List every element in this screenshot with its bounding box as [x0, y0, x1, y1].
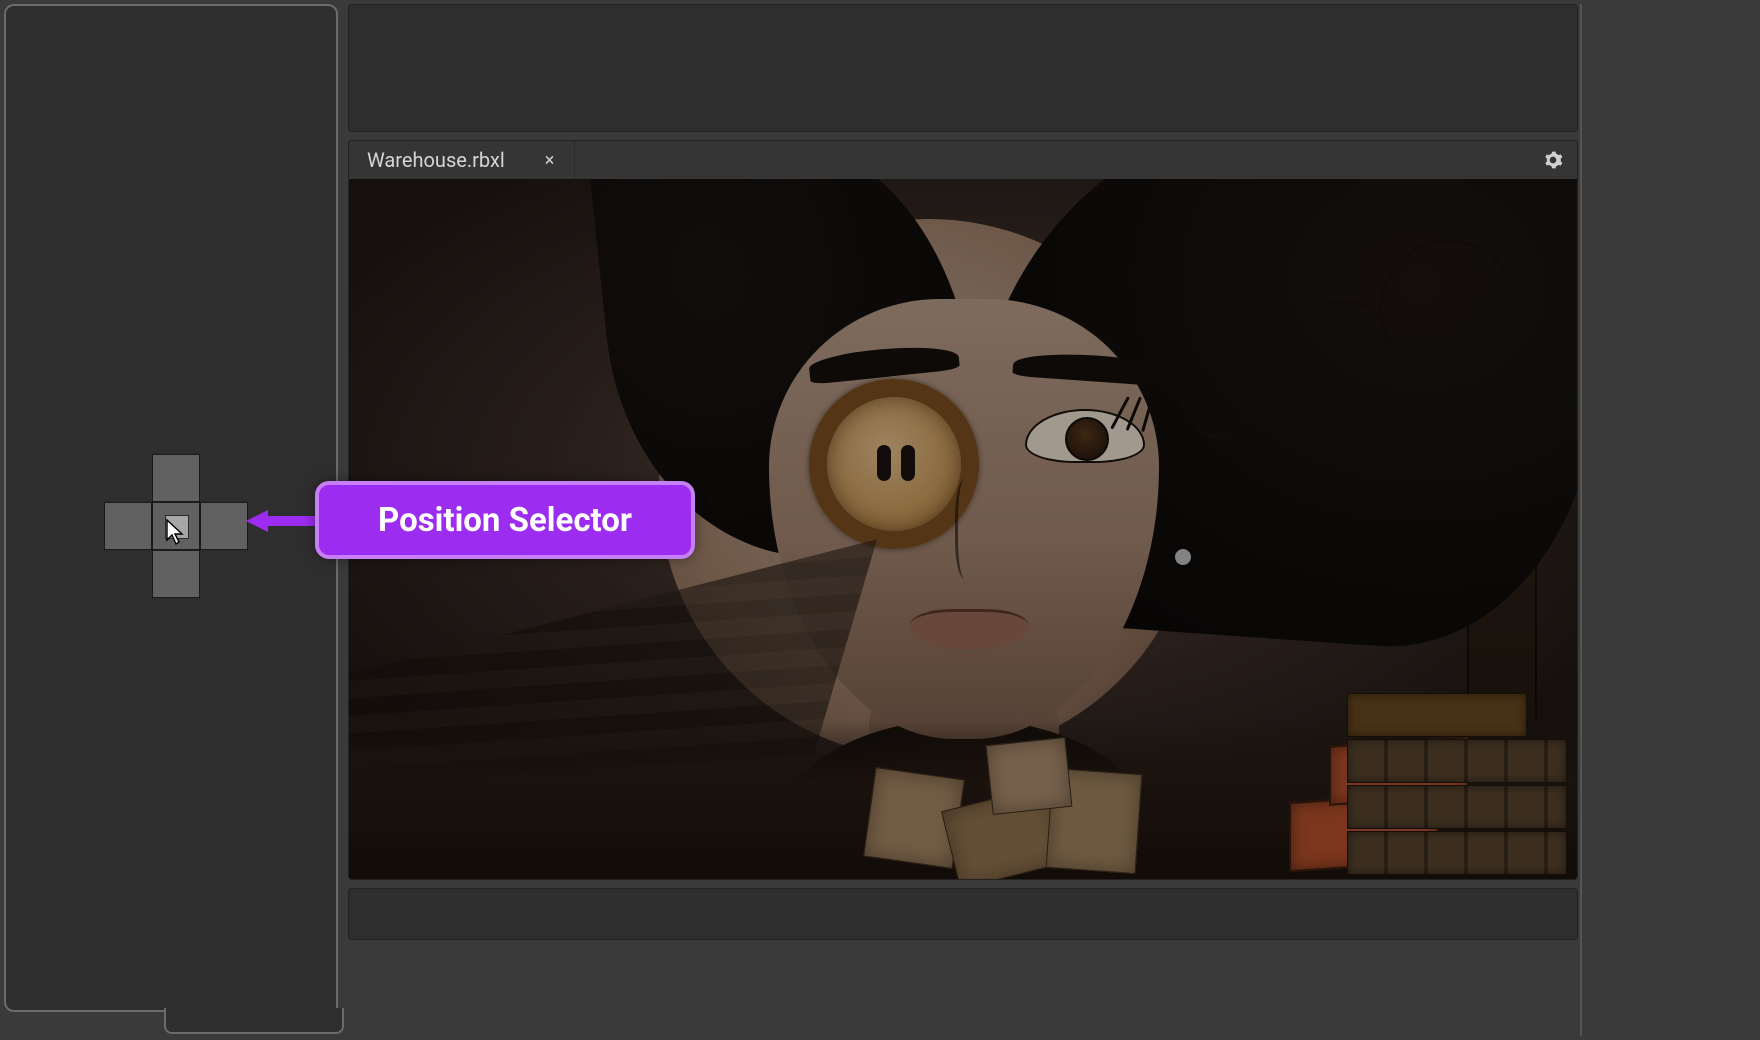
status-strip [348, 888, 1578, 940]
position-selector-left[interactable] [104, 502, 152, 550]
document-tab-label: Warehouse.rbxl [367, 148, 505, 172]
position-selector-right[interactable] [200, 502, 248, 550]
close-icon[interactable]: × [541, 148, 559, 173]
document-tab-bar: Warehouse.rbxl × [349, 141, 1577, 179]
position-selector [104, 454, 248, 598]
document-tab[interactable]: Warehouse.rbxl × [349, 141, 575, 179]
position-selector-center[interactable] [152, 502, 200, 550]
right-dock-panel [1580, 4, 1758, 1036]
position-selector-callout: Position Selector [315, 481, 695, 559]
left-panel-tab-notch [164, 1008, 344, 1034]
callout-label: Position Selector [378, 501, 632, 540]
left-dock-panel [4, 4, 338, 1012]
callout-arrow-icon [246, 510, 320, 532]
ribbon-area [348, 4, 1578, 132]
gear-icon[interactable] [1541, 148, 1565, 172]
position-selector-center-highlight [165, 515, 189, 539]
position-selector-bottom[interactable] [152, 550, 200, 598]
position-selector-top[interactable] [152, 454, 200, 502]
